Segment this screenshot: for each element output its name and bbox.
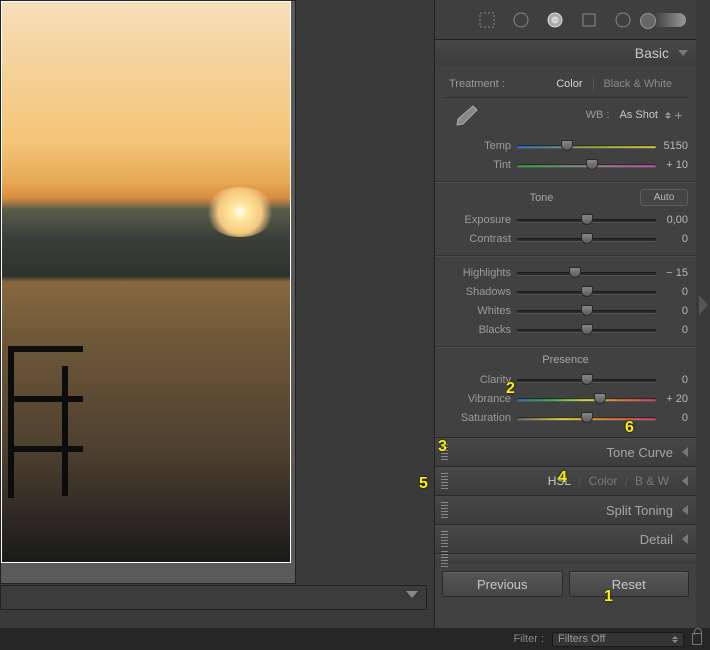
filmstrip-collapse-bar[interactable] — [0, 585, 427, 610]
filter-label: Filter : — [513, 633, 544, 645]
reset-button[interactable]: Reset — [569, 571, 690, 597]
blacks-slider[interactable] — [517, 323, 656, 337]
tint-value[interactable]: + 10 — [656, 159, 688, 171]
wb-label: WB : — [586, 109, 610, 121]
hsl-panel-header[interactable]: HSL/ Color/ B & W — [435, 467, 696, 495]
photo-content — [2, 338, 87, 498]
wb-dropdown[interactable]: As Shot — [619, 109, 682, 121]
detail-panel-header[interactable]: Detail — [435, 525, 696, 553]
exposure-slider[interactable] — [517, 213, 656, 227]
treatment-row: Treatment : Color Black & White — [443, 71, 688, 98]
highlights-slider[interactable] — [517, 266, 656, 280]
filter-dropdown[interactable]: Filters Off — [552, 632, 684, 647]
treatment-bw[interactable]: Black & White — [594, 76, 682, 92]
chevron-down-icon — [406, 591, 418, 598]
white-balance-row: WB : As Shot — [443, 98, 688, 136]
chevron-left-icon — [682, 476, 688, 486]
tool-strip — [435, 0, 696, 40]
panel-switch-icon[interactable] — [441, 502, 448, 519]
temp-slider[interactable] — [517, 139, 656, 153]
graduated-filter-icon[interactable] — [576, 7, 602, 33]
basic-panel: Basic Treatment : Color Black & White WB… — [435, 40, 696, 438]
vibrance-slider[interactable] — [517, 392, 656, 406]
saturation-value[interactable]: 0 — [656, 412, 688, 424]
exposure-value[interactable]: 0,00 — [656, 214, 688, 226]
treatment-color[interactable]: Color — [546, 76, 592, 92]
shadows-value[interactable]: 0 — [656, 286, 688, 298]
adjustment-brush-icon[interactable] — [644, 13, 686, 27]
treatment-label: Treatment : — [449, 78, 505, 90]
clarity-slider[interactable] — [517, 373, 656, 387]
blacks-value[interactable]: 0 — [656, 324, 688, 336]
chevron-left-icon — [682, 534, 688, 544]
previous-button[interactable]: Previous — [442, 571, 563, 597]
saturation-slider[interactable] — [517, 411, 656, 425]
presence-section: Presence — [443, 354, 688, 366]
highlights-value[interactable]: − 15 — [656, 267, 688, 279]
panel-switch-icon[interactable] — [441, 551, 448, 568]
spot-removal-icon[interactable] — [508, 7, 534, 33]
photo-preview[interactable] — [1, 1, 291, 563]
tone-section: ToneAuto — [443, 189, 688, 206]
panel-switch-icon[interactable] — [441, 473, 448, 490]
tone-curve-panel-header[interactable]: Tone Curve — [435, 438, 696, 466]
contrast-value[interactable]: 0 — [656, 233, 688, 245]
shadows-slider[interactable] — [517, 285, 656, 299]
lock-icon[interactable] — [692, 633, 702, 645]
annotation-5: 5 — [419, 475, 428, 493]
crop-tool-icon[interactable] — [474, 7, 500, 33]
basic-panel-header[interactable]: Basic — [435, 40, 696, 65]
develop-right-panel: Basic Treatment : Color Black & White WB… — [434, 0, 696, 628]
radial-filter-icon[interactable] — [610, 7, 636, 33]
tint-slider[interactable] — [517, 158, 656, 172]
panel-title: Basic — [635, 45, 669, 61]
panel-expand-arrow-icon[interactable] — [699, 295, 708, 315]
image-preview-area — [0, 0, 296, 584]
auto-tone-button[interactable]: Auto — [640, 189, 688, 206]
eyedropper-icon[interactable] — [449, 102, 483, 128]
panel-switch-icon[interactable] — [441, 444, 448, 461]
chevron-down-icon — [678, 50, 688, 56]
truncated-panel-header[interactable] — [435, 554, 696, 564]
chevron-left-icon — [682, 447, 688, 457]
split-toning-panel-header[interactable]: Split Toning — [435, 496, 696, 524]
chevron-left-icon — [682, 505, 688, 515]
clarity-value[interactable]: 0 — [656, 374, 688, 386]
contrast-slider[interactable] — [517, 232, 656, 246]
whites-value[interactable]: 0 — [656, 305, 688, 317]
whites-slider[interactable] — [517, 304, 656, 318]
vibrance-value[interactable]: + 20 — [656, 393, 688, 405]
panel-switch-icon[interactable] — [441, 531, 448, 548]
redeye-tool-icon[interactable] — [542, 7, 568, 33]
temp-value[interactable]: 5150 — [656, 140, 688, 152]
action-buttons: Previous Reset — [435, 564, 696, 604]
filter-bar: Filter : Filters Off — [0, 628, 710, 650]
